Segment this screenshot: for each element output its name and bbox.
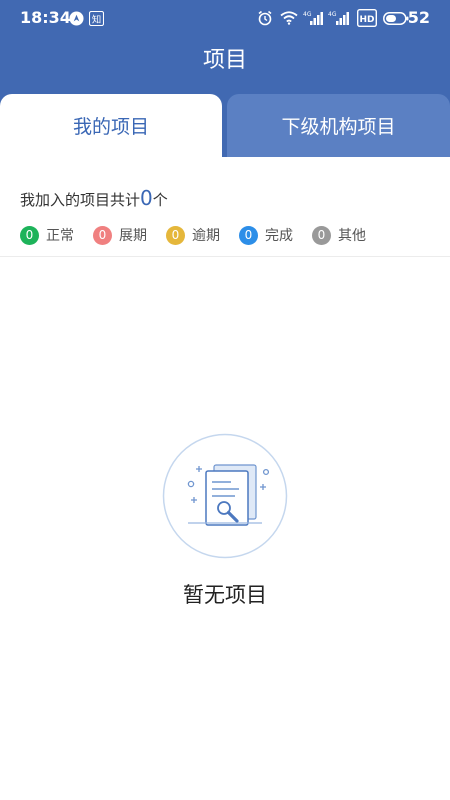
svg-text:HD: HD: [359, 15, 374, 25]
status-count-badge: 0: [93, 225, 112, 245]
summary-suffix: 个: [152, 191, 168, 209]
legend-label: 其他: [338, 228, 366, 244]
divider: [0, 256, 450, 257]
summary-prefix: 我加入的项目共计: [20, 191, 141, 209]
tab-my-projects[interactable]: 我的项目: [0, 94, 222, 157]
legend-item-extended[interactable]: 0 展期: [93, 225, 147, 245]
battery-icon: [383, 12, 409, 25]
signal-4g-icon: 4G: [303, 11, 323, 25]
status-count-badge: 0: [166, 225, 185, 245]
legend-item-other[interactable]: 0 其他: [312, 225, 366, 245]
app-header: 18:34 知 4G 4G HD 52 项目 我的项目 下级机构项目: [0, 0, 450, 157]
empty-document-search-icon: [162, 433, 288, 559]
tab-label: 我的项目: [72, 116, 149, 138]
svg-text:4G: 4G: [303, 11, 312, 18]
legend-label: 完成: [265, 228, 293, 244]
tab-subordinate-projects[interactable]: 下级机构项目: [227, 94, 450, 157]
wifi-icon: [280, 11, 298, 25]
status-time: 18:34: [20, 8, 71, 27]
legend-item-normal[interactable]: 0 正常: [20, 225, 74, 245]
zhihu-glyph: 知: [92, 13, 101, 25]
legend-label: 正常: [46, 228, 74, 244]
status-count-badge: 0: [239, 225, 258, 245]
alarm-icon: [258, 10, 272, 26]
navigation-app-icon: [69, 11, 84, 26]
legend-item-completed[interactable]: 0 完成: [239, 225, 293, 245]
signal-4g-icon: 4G: [328, 11, 349, 25]
page-title: 项目: [202, 48, 247, 73]
tab-label: 下级机构项目: [281, 116, 396, 138]
svg-text:4G: 4G: [328, 11, 337, 18]
hd-icon: HD: [357, 9, 377, 27]
status-count-badge: 0: [312, 225, 331, 245]
legend-label: 展期: [119, 228, 147, 244]
empty-state-text: 暂无项目: [183, 583, 267, 607]
legend-label: 逾期: [192, 228, 220, 244]
project-summary: 我加入的项目共计0个: [20, 186, 168, 210]
status-count-badge: 0: [20, 225, 39, 245]
status-bar: 18:34 知 4G 4G HD 52: [0, 0, 450, 36]
status-legend: 0 正常 0 展期 0 逾期 0 完成 0 其他: [20, 225, 385, 245]
zhihu-app-icon: 知: [89, 11, 104, 26]
battery-level: 52: [407, 8, 430, 27]
summary-count: 0: [140, 186, 153, 210]
legend-item-overdue[interactable]: 0 逾期: [166, 225, 220, 245]
